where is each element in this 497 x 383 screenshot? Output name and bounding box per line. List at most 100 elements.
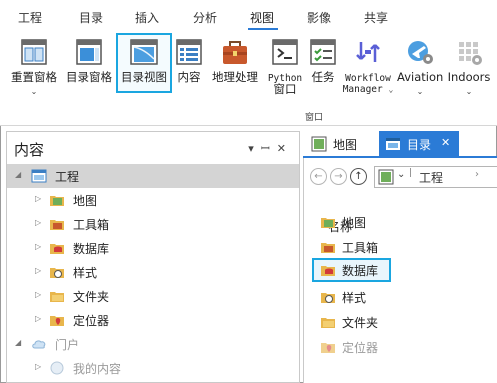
- expand-icon[interactable]: ▷: [35, 194, 41, 203]
- list-item-label: 定位器: [342, 341, 379, 355]
- contents-label: 内容: [177, 70, 201, 84]
- expand-icon[interactable]: ▷: [35, 290, 41, 299]
- list-item[interactable]: 工具箱: [312, 235, 492, 259]
- forward-icon[interactable]: →: [330, 168, 347, 185]
- chevron-down-icon: ⌄: [388, 85, 394, 94]
- tab-catalog[interactable]: 目录: [79, 9, 103, 26]
- catalog-view-button[interactable]: 目录视图: [116, 33, 172, 93]
- style-icon: [321, 293, 335, 303]
- separator-icon: |: [409, 168, 413, 178]
- contents-button[interactable]: 内容: [173, 33, 205, 97]
- contents-icon: [176, 39, 202, 65]
- locator-icon: [321, 343, 335, 353]
- list-item-label: 样式: [342, 291, 367, 305]
- tree-item-folders[interactable]: ▷ 文件夹: [7, 284, 299, 308]
- expand-icon[interactable]: ▷: [35, 218, 41, 227]
- python-window-label-2: 窗口: [273, 82, 297, 96]
- aviation-button[interactable]: Aviation ⌄: [397, 33, 443, 97]
- list-item[interactable]: 文件夹: [312, 310, 492, 334]
- close-icon[interactable]: ✕: [441, 136, 450, 149]
- list-item-label: 文件夹: [342, 316, 379, 330]
- catalog-icon: [386, 138, 400, 150]
- folder-icon: [50, 292, 64, 302]
- tree-item-project[interactable]: ◢ 工程: [7, 164, 299, 188]
- expand-icon[interactable]: ▷: [35, 242, 41, 251]
- tree-item-toolboxes[interactable]: ▷ 工具箱: [7, 212, 299, 236]
- tree-item-label: 工程: [55, 170, 80, 184]
- indoors-button[interactable]: Indoors ⌄: [444, 33, 494, 97]
- tree-item-label: 文件夹: [73, 290, 110, 304]
- reset-panes-button[interactable]: 重置窗格 ⌄: [6, 33, 62, 97]
- expand-icon[interactable]: ▷: [35, 266, 41, 275]
- geoprocessing-button[interactable]: 地理处理: [207, 33, 263, 97]
- tree-item-locators[interactable]: ▷ 定位器: [7, 308, 299, 332]
- workflow-label-2: Manager: [342, 84, 383, 95]
- location-box[interactable]: ⌄ | 工程 ›: [374, 166, 497, 188]
- pin-icon[interactable]: ꟷ: [261, 142, 277, 155]
- map-folder-icon: [321, 218, 335, 228]
- project-icon: [31, 169, 47, 183]
- collapse-icon[interactable]: ◢: [15, 338, 21, 347]
- catalog-pane-button[interactable]: 目录窗格: [63, 33, 115, 97]
- list-item[interactable]: 定位器: [312, 335, 492, 359]
- chevron-down-icon: ⌄: [416, 87, 424, 96]
- tab-map-label: 地图: [333, 138, 358, 152]
- chevron-down-icon[interactable]: ⌄: [397, 169, 405, 180]
- chevron-right-icon[interactable]: ›: [475, 169, 479, 180]
- tab-share[interactable]: 共享: [364, 9, 388, 26]
- python-window-icon: [272, 39, 298, 65]
- catalog-view-panel: ← → ↑ ⌄ | 工程 › 名称 地图 工具箱 数据库 样式 文件夹 定位器: [303, 158, 497, 383]
- tree-item-label: 工具箱: [73, 218, 110, 232]
- tab-imagery[interactable]: 影像: [307, 9, 331, 26]
- tab-catalog-view[interactable]: 目录 ✕: [379, 131, 459, 157]
- close-icon[interactable]: ✕: [277, 142, 293, 155]
- toolbox-icon: [223, 41, 247, 64]
- list-item[interactable]: 地图: [312, 210, 492, 234]
- list-item-label: 工具箱: [342, 241, 379, 255]
- up-icon[interactable]: ↑: [350, 168, 367, 185]
- back-icon[interactable]: ←: [310, 168, 327, 185]
- window-group-label: 窗口: [305, 113, 324, 123]
- collapse-icon[interactable]: ◢: [15, 170, 21, 179]
- tree-item-label: 我的内容: [73, 362, 122, 376]
- tree-item-my-content[interactable]: ▷ 我的内容: [7, 356, 299, 380]
- list-item-selected[interactable]: 数据库: [312, 258, 391, 282]
- tree-item-maps[interactable]: ▷ 地图: [7, 188, 299, 212]
- aviation-icon: [408, 41, 433, 64]
- tree-item-styles[interactable]: ▷ 样式: [7, 260, 299, 284]
- list-item[interactable]: 样式: [312, 285, 492, 309]
- catalog-pane-label: 目录窗格: [66, 70, 112, 84]
- tab-view[interactable]: 视图: [250, 9, 274, 26]
- map-icon: [311, 136, 327, 152]
- chevron-down-icon: ⌄: [30, 87, 38, 96]
- expand-icon[interactable]: ▷: [35, 314, 41, 323]
- toolbox-icon: [50, 220, 64, 230]
- tab-map[interactable]: 地图: [307, 131, 377, 157]
- tree-item-portal[interactable]: ◢ 门户: [7, 332, 299, 356]
- reset-panes-label: 重置窗格: [11, 70, 57, 84]
- catalog-view-icon: [130, 39, 158, 65]
- tab-analysis[interactable]: 分析: [193, 9, 217, 26]
- location-path: 工程: [419, 171, 444, 185]
- aviation-label: Aviation: [397, 70, 444, 84]
- pane-controls[interactable]: ▾ꟷ✕: [248, 141, 293, 156]
- workflow-icon: [356, 42, 380, 62]
- tree-item-label: 定位器: [73, 314, 110, 328]
- tasks-button[interactable]: 任务: [307, 33, 339, 97]
- document-tabs: 地图 目录 ✕: [303, 131, 497, 157]
- workflow-manager-button[interactable]: Workflow Manager ⌄: [340, 33, 396, 97]
- contents-pane: 内容 ▾ꟷ✕ ◢ 工程 ▷ 地图 ▷ 工具箱 ▷ 数据库 ▷ 样式 ▷ 文件夹 …: [6, 131, 300, 383]
- tab-insert[interactable]: 插入: [135, 9, 159, 26]
- tab-project[interactable]: 工程: [18, 9, 42, 26]
- ribbon-tab-bar: 工程 目录 插入 分析 视图 影像 共享: [0, 0, 497, 30]
- tree-item-label: 样式: [73, 266, 98, 280]
- tasks-label: 任务: [311, 70, 335, 84]
- pane-menu-icon[interactable]: ▾: [248, 142, 261, 155]
- python-window-button[interactable]: Python 窗口: [263, 33, 307, 97]
- tree-item-databases[interactable]: ▷ 数据库: [7, 236, 299, 260]
- expand-icon[interactable]: ▷: [35, 362, 41, 371]
- tree-item-label: 门户: [55, 338, 80, 352]
- catalog-view-label: 目录视图: [121, 70, 167, 84]
- indoors-label: Indoors: [447, 70, 491, 84]
- database-icon: [321, 266, 335, 276]
